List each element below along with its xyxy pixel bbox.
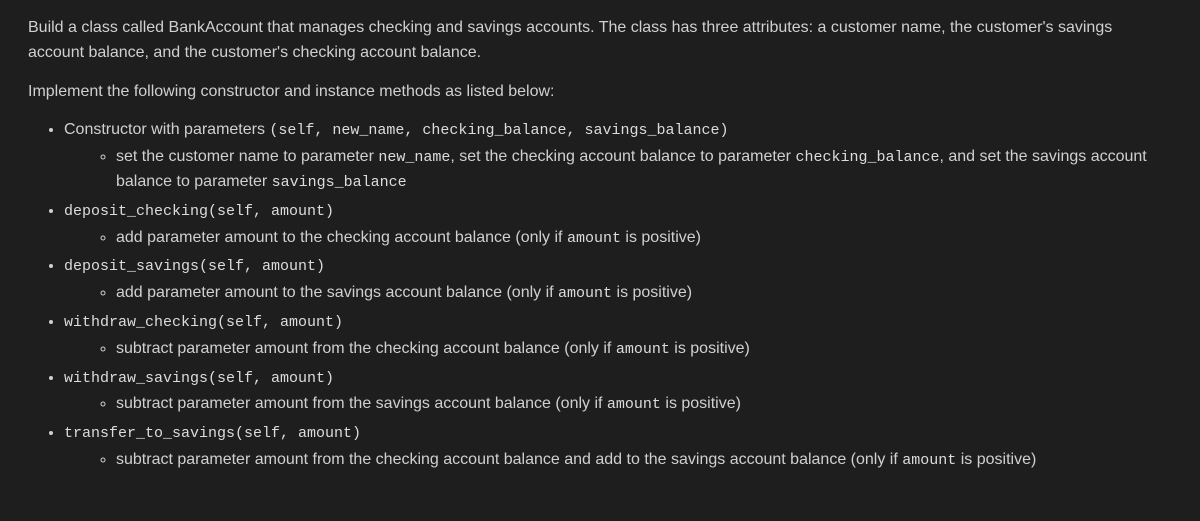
method-description-list: add parameter amount to the savings acco… bbox=[64, 281, 1172, 306]
description-text: add parameter amount to the checking acc… bbox=[116, 229, 567, 246]
method-signature: (self, new_name, checking_balance, savin… bbox=[269, 122, 728, 139]
intro-paragraph-1: Build a class called BankAccount that ma… bbox=[28, 16, 1172, 66]
inline-code: checking_balance bbox=[795, 149, 939, 166]
inline-code: amount bbox=[567, 230, 621, 247]
method-item: deposit_checking(self, amount) add parame… bbox=[64, 199, 1172, 251]
inline-code: savings_balance bbox=[272, 174, 407, 191]
method-signature: deposit_savings(self, amount) bbox=[64, 258, 325, 275]
inline-code: amount bbox=[558, 285, 612, 302]
description-text: subtract parameter amount from the check… bbox=[116, 340, 616, 357]
method-description: add parameter amount to the savings acco… bbox=[116, 281, 1172, 306]
method-description-list: subtract parameter amount from the check… bbox=[64, 337, 1172, 362]
method-signature: deposit_checking(self, amount) bbox=[64, 203, 334, 220]
method-description: set the customer name to parameter new_n… bbox=[116, 145, 1172, 195]
description-text: is positive) bbox=[621, 229, 701, 246]
description-text: is positive) bbox=[670, 340, 750, 357]
method-description-list: subtract parameter amount from the savin… bbox=[64, 392, 1172, 417]
method-item: Constructor with parameters (self, new_n… bbox=[64, 118, 1172, 194]
method-signature: withdraw_checking(self, amount) bbox=[64, 314, 343, 331]
description-text: is positive) bbox=[661, 395, 741, 412]
method-description: add parameter amount to the checking acc… bbox=[116, 226, 1172, 251]
intro-paragraph-2: Implement the following constructor and … bbox=[28, 80, 1172, 105]
method-lead: Constructor with parameters bbox=[64, 121, 269, 138]
description-text: set the customer name to parameter bbox=[116, 148, 378, 165]
inline-code: amount bbox=[607, 396, 661, 413]
description-text: subtract parameter amount from the check… bbox=[116, 451, 902, 468]
problem-statement: Build a class called BankAccount that ma… bbox=[0, 0, 1200, 521]
description-text: is positive) bbox=[956, 451, 1036, 468]
method-description-list: set the customer name to parameter new_n… bbox=[64, 145, 1172, 195]
inline-code: new_name bbox=[378, 149, 450, 166]
method-item: deposit_savings(self, amount) add paramet… bbox=[64, 254, 1172, 306]
method-description: subtract parameter amount from the savin… bbox=[116, 392, 1172, 417]
method-item: withdraw_savings(self, amount) subtract p… bbox=[64, 366, 1172, 418]
description-text: subtract parameter amount from the savin… bbox=[116, 395, 607, 412]
inline-code: amount bbox=[616, 341, 670, 358]
method-list: Constructor with parameters (self, new_n… bbox=[28, 118, 1172, 472]
description-text: add parameter amount to the savings acco… bbox=[116, 284, 558, 301]
description-text: , set the checking account balance to pa… bbox=[450, 148, 795, 165]
method-signature: transfer_to_savings(self, amount) bbox=[64, 425, 361, 442]
method-item: transfer_to_savings(self, amount) subtrac… bbox=[64, 421, 1172, 473]
method-item: withdraw_checking(self, amount) subtract … bbox=[64, 310, 1172, 362]
method-description: subtract parameter amount from the check… bbox=[116, 337, 1172, 362]
description-text: is positive) bbox=[612, 284, 692, 301]
method-description: subtract parameter amount from the check… bbox=[116, 448, 1172, 473]
method-description-list: add parameter amount to the checking acc… bbox=[64, 226, 1172, 251]
inline-code: amount bbox=[902, 452, 956, 469]
method-signature: withdraw_savings(self, amount) bbox=[64, 370, 334, 387]
method-description-list: subtract parameter amount from the check… bbox=[64, 448, 1172, 473]
